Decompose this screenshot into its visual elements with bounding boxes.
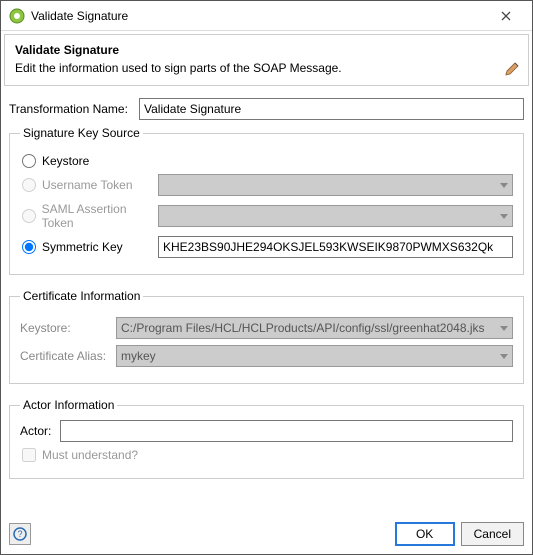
radio-row-username-token: Username Token <box>20 174 513 196</box>
keystore-row: Keystore: C:/Program Files/HCL/HCLProduc… <box>20 317 513 339</box>
username-token-radio <box>22 178 36 192</box>
certificate-info-group: Certificate Information Keystore: C:/Pro… <box>9 289 524 384</box>
chevron-down-icon <box>500 349 508 363</box>
edit-icon[interactable] <box>504 61 520 80</box>
transformation-name-label: Transformation Name: <box>9 102 139 116</box>
certificate-alias-value: mykey <box>121 349 156 363</box>
radio-row-keystore: Keystore <box>20 154 513 168</box>
actor-info-group: Actor Information Actor: Must understand… <box>9 398 524 479</box>
title-bar: Validate Signature <box>1 1 532 31</box>
username-token-radio-label: Username Token <box>42 178 133 192</box>
chevron-down-icon <box>500 321 508 335</box>
symmetric-key-radio-label: Symmetric Key <box>42 240 123 254</box>
ok-button[interactable]: OK <box>395 522 455 546</box>
window-title: Validate Signature <box>31 9 486 23</box>
must-understand-row: Must understand? <box>20 448 513 462</box>
actor-label: Actor: <box>20 424 60 438</box>
keystore-radio[interactable] <box>22 154 36 168</box>
close-button[interactable] <box>486 4 526 28</box>
dialog-body: Transformation Name: Signature Key Sourc… <box>1 98 532 516</box>
chevron-down-icon <box>500 209 508 223</box>
app-icon <box>9 8 25 24</box>
header-subtitle: Edit the information used to sign parts … <box>15 61 518 75</box>
keystore-label: Keystore: <box>20 321 116 335</box>
signature-key-source-group: Signature Key Source Keystore Username T… <box>9 126 524 275</box>
transformation-name-row: Transformation Name: <box>9 98 524 120</box>
transformation-name-input[interactable] <box>139 98 524 120</box>
keystore-value: C:/Program Files/HCL/HCLProducts/API/con… <box>121 321 485 335</box>
saml-token-combo <box>158 205 513 227</box>
actor-row: Actor: <box>20 420 513 442</box>
dialog-footer: ? OK Cancel <box>1 516 532 554</box>
username-token-combo <box>158 174 513 196</box>
saml-token-radio-label: SAML Assertion Token <box>42 202 158 230</box>
certificate-alias-row: Certificate Alias: mykey <box>20 345 513 367</box>
must-understand-label: Must understand? <box>42 448 138 462</box>
symmetric-key-radio[interactable] <box>22 240 36 254</box>
chevron-down-icon <box>500 178 508 192</box>
radio-row-symmetric-key: Symmetric Key <box>20 236 513 258</box>
radio-row-saml-token: SAML Assertion Token <box>20 202 513 230</box>
signature-key-source-legend: Signature Key Source <box>20 126 143 140</box>
certificate-info-legend: Certificate Information <box>20 289 143 303</box>
keystore-combo: C:/Program Files/HCL/HCLProducts/API/con… <box>116 317 513 339</box>
help-button[interactable]: ? <box>9 523 31 545</box>
certificate-alias-label: Certificate Alias: <box>20 349 116 363</box>
must-understand-checkbox <box>22 448 36 462</box>
dialog-header: Validate Signature Edit the information … <box>4 34 529 86</box>
keystore-radio-label: Keystore <box>42 154 89 168</box>
actor-input[interactable] <box>60 420 513 442</box>
symmetric-key-input[interactable] <box>158 236 513 258</box>
cancel-button[interactable]: Cancel <box>461 522 524 546</box>
actor-info-legend: Actor Information <box>20 398 117 412</box>
header-title: Validate Signature <box>15 43 518 57</box>
certificate-alias-combo: mykey <box>116 345 513 367</box>
svg-text:?: ? <box>17 529 22 539</box>
saml-token-radio <box>22 209 36 223</box>
